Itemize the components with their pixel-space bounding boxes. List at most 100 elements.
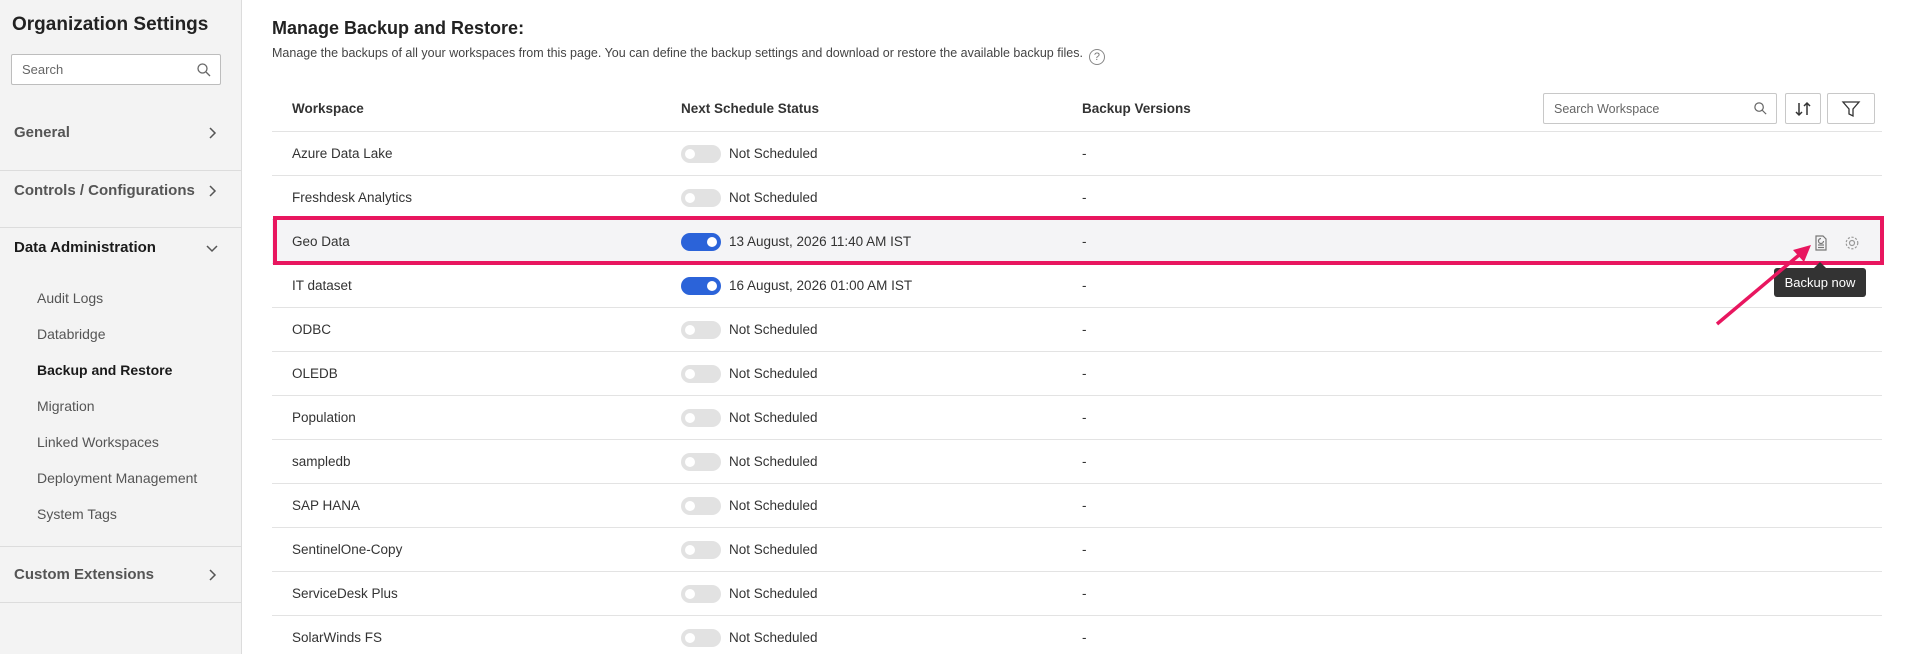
table-header: Workspace Next Schedule Status Backup Ve… <box>272 88 1882 132</box>
schedule-status: Not Scheduled <box>729 542 818 557</box>
schedule-status: Not Scheduled <box>729 190 818 205</box>
table-row[interactable]: IT dataset 16 August, 2026 01:00 AM IST - <box>272 264 1882 308</box>
schedule-status: Not Scheduled <box>729 366 818 381</box>
sidebar-section-label: Data Administration <box>14 239 156 256</box>
schedule-status: Not Scheduled <box>729 454 818 469</box>
schedule-toggle[interactable] <box>681 189 721 207</box>
backup-versions: - <box>1082 542 1087 557</box>
schedule-status: Not Scheduled <box>729 586 818 601</box>
table-row[interactable]: Azure Data Lake Not Scheduled - <box>272 132 1882 176</box>
help-icon[interactable]: ? <box>1088 49 1105 65</box>
backup-versions: - <box>1082 454 1087 469</box>
table-row[interactable]: Geo Data 13 August, 2026 11:40 AM IST - <box>272 220 1882 264</box>
sidebar-search-input[interactable] <box>12 55 182 84</box>
workspace-name: sampledb <box>292 454 351 469</box>
backup-table: Workspace Next Schedule Status Backup Ve… <box>272 88 1882 654</box>
backup-versions: - <box>1082 498 1087 513</box>
schedule-status: Not Scheduled <box>729 630 818 645</box>
description-text: Manage the backups of all your workspace… <box>272 46 1083 60</box>
page-description: Manage the backups of all your workspace… <box>272 46 1105 65</box>
workspace-name: ODBC <box>292 322 332 337</box>
chevron-right-icon <box>209 185 217 197</box>
workspace-name: Geo Data <box>292 234 350 249</box>
sidebar-section-controls[interactable]: Controls / Configurations <box>0 171 241 211</box>
table-row[interactable]: SolarWinds FS Not Scheduled - <box>272 616 1882 654</box>
divider <box>0 602 241 603</box>
backup-versions: - <box>1082 586 1087 601</box>
divider <box>0 546 241 547</box>
workspace-name: SolarWinds FS <box>292 630 383 645</box>
sidebar-item-linked-workspaces[interactable]: Linked Workspaces <box>37 434 159 450</box>
sidebar-item-system-tags[interactable]: System Tags <box>37 506 117 522</box>
sidebar-title: Organization Settings <box>12 14 209 35</box>
workspace-name: Population <box>292 410 356 425</box>
backup-versions: - <box>1082 630 1087 645</box>
schedule-toggle[interactable] <box>681 585 721 603</box>
search-icon[interactable] <box>1753 101 1768 116</box>
sidebar-section-label: Custom Extensions <box>14 566 155 583</box>
sidebar-item-audit-logs[interactable]: Audit Logs <box>37 290 103 306</box>
sidebar-item-migration[interactable]: Migration <box>37 398 95 414</box>
table-row[interactable]: Population Not Scheduled - <box>272 396 1882 440</box>
schedule-toggle[interactable] <box>681 453 721 471</box>
workspace-name: SentinelOne-Copy <box>292 542 403 557</box>
schedule-status: 16 August, 2026 01:00 AM IST <box>729 278 913 293</box>
column-header-workspace[interactable]: Workspace <box>292 101 364 116</box>
chevron-down-icon <box>206 245 218 253</box>
workspace-name: OLEDB <box>292 366 338 381</box>
backup-versions: - <box>1082 278 1087 293</box>
table-row[interactable]: OLEDB Not Scheduled - <box>272 352 1882 396</box>
schedule-status: Not Scheduled <box>729 322 818 337</box>
schedule-toggle[interactable] <box>681 365 721 383</box>
table-row[interactable]: SentinelOne-Copy Not Scheduled - <box>272 528 1882 572</box>
sidebar-item-databridge[interactable]: Databridge <box>37 326 106 342</box>
table-row[interactable]: Freshdesk Analytics Not Scheduled - <box>272 176 1882 220</box>
schedule-toggle[interactable] <box>681 277 721 295</box>
workspace-name: SAP HANA <box>292 498 361 513</box>
backup-versions: - <box>1082 322 1087 337</box>
workspace-name: Azure Data Lake <box>292 146 393 161</box>
sort-icon <box>1795 101 1811 116</box>
schedule-toggle[interactable] <box>681 541 721 559</box>
table-row[interactable]: SAP HANA Not Scheduled - <box>272 484 1882 528</box>
table-body: Azure Data Lake Not Scheduled - Freshdesk A… <box>272 132 1882 654</box>
schedule-status: Not Scheduled <box>729 146 818 161</box>
backup-versions: - <box>1082 146 1087 161</box>
main-content: Manage Backup and Restore: Manage the ba… <box>243 0 1906 654</box>
workspace-name: IT dataset <box>292 278 352 293</box>
backup-versions: - <box>1082 234 1087 249</box>
schedule-toggle[interactable] <box>681 497 721 515</box>
workspace-search <box>1543 93 1777 124</box>
backup-versions: - <box>1082 410 1087 425</box>
sort-button[interactable] <box>1785 93 1821 124</box>
workspace-name: ServiceDesk Plus <box>292 586 398 601</box>
backup-versions: - <box>1082 190 1087 205</box>
search-icon[interactable] <box>196 62 212 78</box>
sidebar-item-deployment-management[interactable]: Deployment Management <box>37 470 197 486</box>
sidebar-section-label: General <box>14 124 70 141</box>
sidebar-section-custom-extensions[interactable]: Custom Extensions <box>0 555 241 595</box>
schedule-toggle[interactable] <box>681 233 721 251</box>
schedule-toggle[interactable] <box>681 145 721 163</box>
column-header-next-schedule: Next Schedule Status <box>681 101 820 116</box>
schedule-status: 13 August, 2026 11:40 AM IST <box>729 234 912 249</box>
table-row[interactable]: ODBC Not Scheduled - <box>272 308 1882 352</box>
sidebar-section-data-administration[interactable]: Data Administration <box>0 228 241 268</box>
schedule-toggle[interactable] <box>681 629 721 647</box>
workspace-search-input[interactable] <box>1544 94 1744 123</box>
chevron-right-icon <box>209 569 217 581</box>
schedule-toggle[interactable] <box>681 321 721 339</box>
sidebar-search <box>11 54 221 85</box>
workspace-name: Freshdesk Analytics <box>292 190 413 205</box>
sidebar-section-label: Controls / Configurations <box>14 182 195 199</box>
gear-icon[interactable] <box>1843 234 1861 252</box>
table-row[interactable]: sampledb Not Scheduled - <box>272 440 1882 484</box>
schedule-toggle[interactable] <box>681 409 721 427</box>
chevron-right-icon <box>209 127 217 139</box>
filter-button[interactable] <box>1827 93 1875 124</box>
table-row[interactable]: ServiceDesk Plus Not Scheduled - <box>272 572 1882 616</box>
sidebar-section-general[interactable]: General <box>0 113 241 153</box>
sidebar-item-backup-and-restore[interactable]: Backup and Restore <box>37 362 172 378</box>
sidebar: Organization Settings General Controls /… <box>0 0 242 654</box>
page-title: Manage Backup and Restore: <box>272 18 525 38</box>
